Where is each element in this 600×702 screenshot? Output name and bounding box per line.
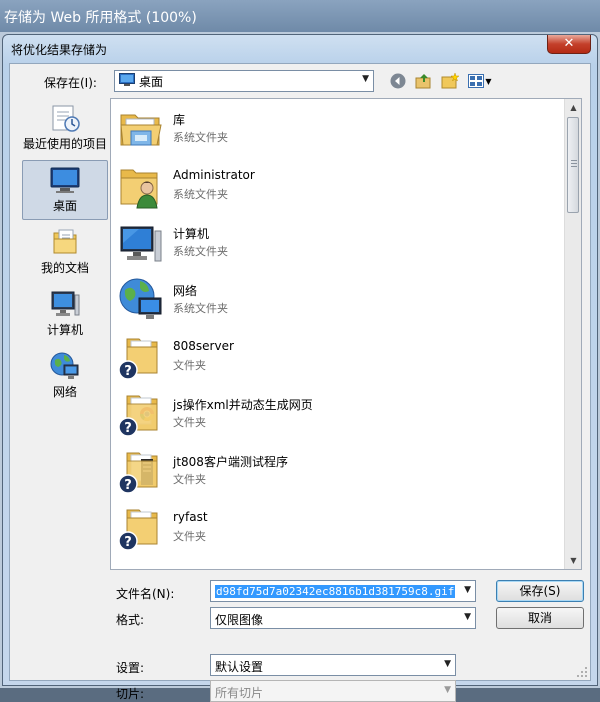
view-grid-icon [468, 74, 485, 88]
save-button[interactable]: 保存(S) [496, 580, 584, 602]
cancel-button[interactable]: 取消 [496, 607, 584, 629]
chevron-down-icon: ▼ [464, 612, 471, 622]
places-bar: 最近使用的项目 桌面 我的文档 计算机 网络 [18, 98, 110, 582]
folder-unknown-icon: ? [118, 395, 158, 437]
dialog-client-area: 保存在(I): 桌面 ▼ ▼ 最近使用的项目 桌面 我的文档 计算机 网络 库 … [9, 63, 591, 702]
chevron-down-icon: ▼ [485, 76, 492, 86]
place-label: 桌面 [52, 199, 77, 213]
recent-items-icon [52, 105, 80, 132]
settings-label: 设置: [116, 661, 145, 675]
scroll-up-arrow[interactable]: ▲ [565, 99, 581, 116]
library-icon [120, 114, 162, 146]
chevron-down-icon: ▼ [444, 659, 451, 669]
place-label: 最近使用的项目 [23, 137, 108, 151]
computer-icon [120, 226, 162, 262]
format-select[interactable]: 仅限图像 ▼ [210, 607, 476, 629]
format-value: 仅限图像 [215, 613, 264, 627]
place-label: 我的文档 [40, 261, 89, 275]
user-folder-icon [120, 169, 158, 209]
chevron-down-icon[interactable]: ▼ [464, 585, 471, 595]
file-name: ryfast [173, 510, 208, 524]
save-dialog: 将优化结果存储为 ✕ 保存在(I): 桌面 ▼ ▼ 最近使用的项目 桌面 我的文… [2, 34, 598, 702]
format-label: 格式: [116, 613, 145, 627]
dialog-title: 将优化结果存储为 [11, 43, 108, 57]
back-arrow-icon [390, 73, 406, 89]
file-type: 文件夹 [173, 473, 206, 486]
file-type: 系统文件夹 [173, 302, 228, 315]
file-item-808server[interactable]: ? 808server 文件夹 [115, 331, 555, 387]
settings-select[interactable]: 默认设置 ▼ [210, 654, 456, 676]
computer-icon [51, 291, 80, 316]
file-item-jt808[interactable]: ? jt808客户端测试程序 文件夹 [115, 445, 555, 501]
view-menu-button[interactable]: ▼ [466, 71, 494, 91]
desktop-icon [119, 72, 135, 90]
file-name: js操作xml并动态生成网页 [173, 398, 313, 412]
save-in-label: 保存在(I): [44, 76, 97, 90]
file-type: 系统文件夹 [173, 131, 228, 144]
parent-window-title: 存储为 Web 所用格式 (100%) [0, 0, 600, 32]
network-icon [50, 352, 79, 379]
folder-unknown-icon: ? [118, 509, 158, 551]
new-folder-icon [441, 73, 459, 89]
desktop-icon [50, 167, 80, 193]
place-documents[interactable]: 我的文档 [22, 222, 108, 282]
file-item-administrator[interactable]: Administrator 系统文件夹 [115, 160, 555, 216]
slices-select: 所有切片 ▼ [210, 680, 456, 702]
file-type: 系统文件夹 [173, 188, 228, 201]
scroll-thumb[interactable] [567, 117, 579, 213]
file-list[interactable]: 库 系统文件夹 Administrator 系统文件夹 计算机 系统文件夹 网络… [110, 98, 582, 570]
save-in-value: 桌面 [139, 74, 164, 89]
new-folder-button[interactable] [440, 71, 460, 91]
svg-text:?: ? [124, 535, 132, 550]
navigation-toolbar: ▼ [388, 70, 494, 92]
file-type: 文件夹 [173, 359, 206, 372]
place-recent-items[interactable]: 最近使用的项目 [22, 98, 108, 158]
svg-text:?: ? [124, 421, 132, 436]
file-item-ryfast[interactable]: ? ryfast 文件夹 [115, 502, 555, 558]
network-icon [119, 278, 162, 319]
chevron-down-icon: ▼ [362, 74, 369, 84]
settings-value: 默认设置 [215, 660, 264, 674]
place-label: 网络 [52, 385, 77, 399]
place-network[interactable]: 网络 [22, 346, 108, 406]
file-name: 808server [173, 339, 234, 353]
file-item-js-xml[interactable]: ? js操作xml并动态生成网页 文件夹 [115, 388, 555, 444]
folder-unknown-icon: ? [118, 452, 158, 494]
resize-grip-icon[interactable] [576, 666, 588, 678]
file-type: 文件夹 [173, 416, 206, 429]
scroll-down-arrow[interactable]: ▼ [565, 552, 581, 569]
filename-input[interactable]: d98fd75d7a02342ec8816b1d381759c8.gif ▼ [210, 580, 476, 602]
up-folder-button[interactable] [414, 71, 434, 91]
slices-value: 所有切片 [215, 686, 264, 700]
file-name: 计算机 [173, 227, 210, 241]
filename-value: d98fd75d7a02342ec8816b1d381759c8.gif [215, 585, 456, 598]
svg-text:?: ? [124, 364, 132, 379]
svg-text:?: ? [124, 478, 132, 493]
file-name: 库 [173, 113, 186, 127]
place-label: 计算机 [46, 323, 83, 337]
file-name: jt808客户端测试程序 [173, 455, 288, 469]
place-computer[interactable]: 计算机 [22, 284, 108, 344]
file-name: 网络 [173, 284, 198, 298]
file-item-network[interactable]: 网络 系统文件夹 [115, 274, 555, 330]
file-type: 系统文件夹 [173, 245, 228, 258]
chevron-down-icon: ▼ [444, 685, 451, 695]
close-button[interactable]: ✕ [547, 35, 591, 54]
folder-unknown-icon: ? [118, 338, 158, 380]
up-folder-icon [415, 74, 431, 89]
file-item-library[interactable]: 库 系统文件夹 [115, 103, 555, 159]
file-type: 文件夹 [173, 530, 206, 543]
file-item-computer[interactable]: 计算机 系统文件夹 [115, 217, 555, 273]
documents-icon [53, 229, 77, 254]
back-button[interactable] [388, 71, 408, 91]
vertical-scrollbar[interactable]: ▲ ▼ [564, 99, 581, 569]
place-desktop[interactable]: 桌面 [22, 160, 108, 220]
save-in-combo[interactable]: 桌面 ▼ [114, 70, 374, 92]
file-name: Administrator [173, 168, 255, 182]
filename-label: 文件名(N): [116, 587, 175, 601]
